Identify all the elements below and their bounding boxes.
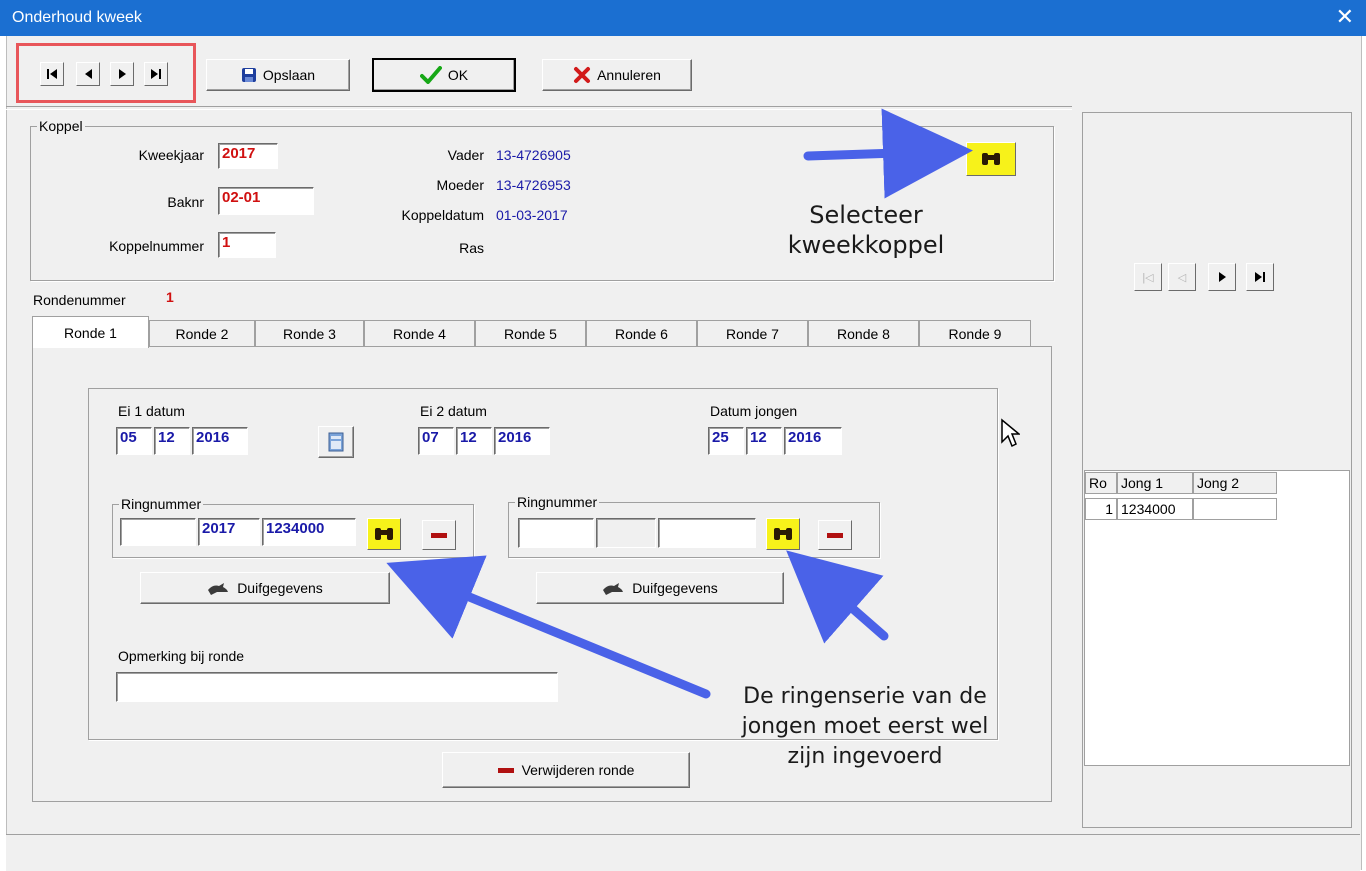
- arrow-to-ring2-search: [786, 550, 889, 644]
- grid-header-ro[interactable]: Ro: [1085, 472, 1117, 494]
- grid-prev-button[interactable]: ◁: [1168, 263, 1196, 291]
- last-icon: [1255, 272, 1265, 282]
- table-row-cell-jong2[interactable]: [1193, 498, 1277, 520]
- grid-next-button[interactable]: [1208, 263, 1236, 291]
- grid-header-jong1[interactable]: Jong 1: [1117, 472, 1193, 494]
- first-icon: |◁: [1142, 271, 1154, 284]
- arrow-to-ring1-search: [386, 555, 711, 699]
- arrow-to-select-button: [803, 108, 973, 199]
- status-bar: [6, 834, 1360, 871]
- next-icon: [1218, 272, 1226, 282]
- tab-ronde-1[interactable]: Ronde 1: [32, 316, 149, 348]
- grid-first-button[interactable]: |◁: [1134, 263, 1162, 291]
- grid-last-button[interactable]: [1246, 263, 1274, 291]
- table-row-cell-jong1[interactable]: 1234000: [1117, 498, 1193, 520]
- table-row-cell-ro[interactable]: 1: [1085, 498, 1117, 520]
- grid-header-jong2[interactable]: Jong 2: [1193, 472, 1277, 494]
- prev-icon: ◁: [1177, 271, 1187, 284]
